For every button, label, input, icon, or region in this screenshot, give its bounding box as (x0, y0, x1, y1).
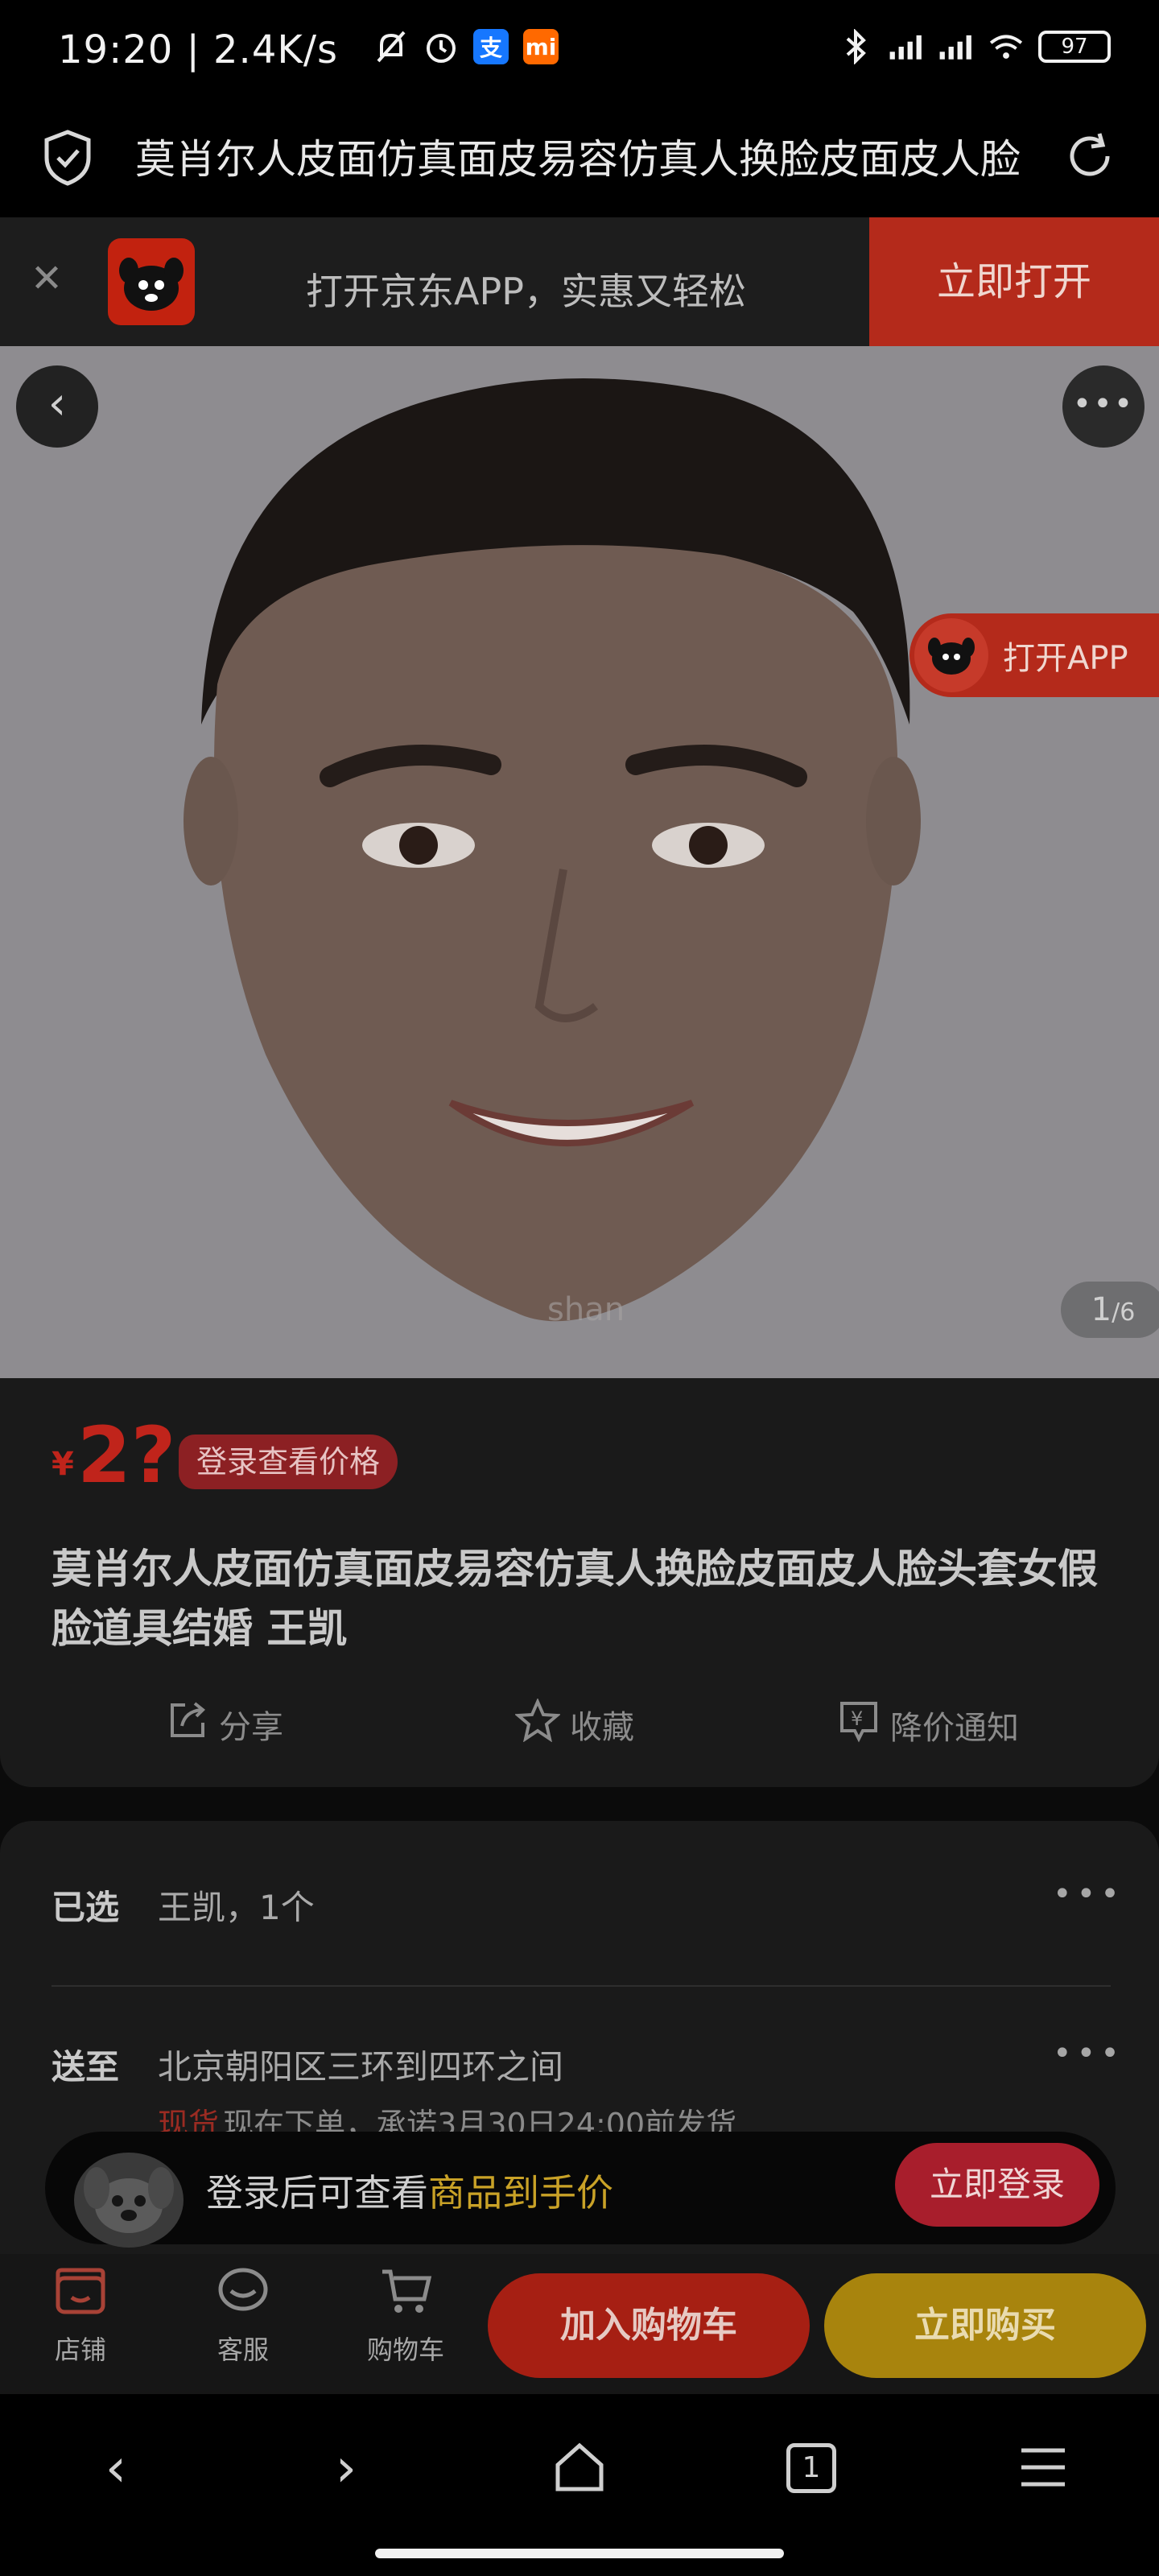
tab-cart-label: 购物车 (366, 2334, 444, 2365)
wifi-icon (988, 27, 1024, 66)
home-indicator[interactable] (375, 2549, 784, 2558)
price-drop-button[interactable]: ¥ 降价通知 (837, 1699, 1019, 1752)
product-image[interactable]: shan (0, 346, 1159, 1378)
login-prompt-text: 登录后可查看商品到手价 (206, 2164, 613, 2217)
back-icon[interactable]: ‹ (16, 365, 98, 448)
jd-mascot-icon (74, 2153, 184, 2248)
price-value: 2? (77, 1410, 176, 1501)
add-to-cart-button[interactable]: 加入购物车 (488, 2273, 810, 2378)
svg-text:shan: shan (547, 1291, 625, 1328)
share-label: 分享 (219, 1709, 283, 1746)
nav-tabs-count: 1 (786, 2443, 836, 2493)
login-prompt-main: 登录后可查看 (206, 2171, 428, 2215)
alarm-icon (423, 27, 459, 66)
favorite-button[interactable]: 收藏 (514, 1698, 634, 1750)
price-symbol: ¥ (52, 1446, 74, 1483)
selected-label: 已选 (52, 1888, 120, 1927)
favorite-label: 收藏 (570, 1709, 634, 1746)
selected-more-icon[interactable]: ••• (1053, 1876, 1124, 1913)
open-app-pill[interactable]: 打开APP (909, 613, 1159, 697)
open-app-label: 打开APP (1003, 640, 1128, 677)
refresh-icon[interactable] (1061, 127, 1119, 185)
divider (52, 1985, 1111, 1987)
nav-forward-icon[interactable]: › (298, 2428, 394, 2508)
product-actions: 分享 收藏 ¥ 降价通知 (0, 1698, 1159, 1763)
tab-cart[interactable]: 购物车 (349, 2267, 462, 2367)
open-app-button[interactable]: 立即打开 (869, 217, 1159, 346)
login-price-badge[interactable]: 登录查看价格 (179, 1435, 398, 1489)
bluetooth-icon (839, 27, 874, 66)
tab-store-label: 店铺 (54, 2334, 106, 2365)
product-title: 莫肖尔人皮面仿真面皮易容仿真人换脸皮面皮人脸头套女假脸道具结婚 王凯 (52, 1546, 1098, 1652)
jd-dog-icon (914, 618, 988, 692)
nav-menu-icon[interactable] (995, 2428, 1091, 2508)
signal-icon (889, 27, 924, 66)
image-counter-current: 1 (1091, 1291, 1112, 1328)
buy-now-button[interactable]: 立即购买 (824, 2273, 1146, 2378)
nav-tabs-button[interactable]: 1 (763, 2428, 860, 2508)
battery-indicator: 97 (1038, 31, 1111, 63)
status-icons: 支 mi 97 (373, 27, 1111, 66)
share-button[interactable]: 分享 (166, 1699, 283, 1750)
tab-customer-service[interactable]: 客服 (187, 2267, 299, 2367)
share-icon (166, 1699, 209, 1750)
more-icon[interactable]: ••• (1062, 365, 1145, 448)
close-icon[interactable]: ✕ (24, 256, 69, 301)
mi-icon: mi (523, 29, 559, 64)
image-counter-total: /6 (1112, 1298, 1136, 1327)
page-title[interactable]: 莫肖尔人皮面仿真面皮易容仿真人换脸皮面皮人脸头套女假脸道具结婚 王凯 (135, 127, 1021, 185)
status-time: 19:20 | 2.4K/s (58, 27, 339, 72)
jd-logo (108, 238, 195, 325)
tab-customer-service-label: 客服 (217, 2334, 269, 2365)
star-icon (514, 1698, 562, 1750)
banner-text: 打开京东APP，实惠又轻松 (306, 270, 746, 313)
customer-service-icon (187, 2267, 299, 2315)
login-button[interactable]: 立即登录 (895, 2143, 1099, 2227)
svg-text:¥: ¥ (851, 1707, 863, 1730)
ship-to-label: 送至 (52, 2047, 120, 2087)
alipay-icon: 支 (473, 29, 509, 64)
ship-to-address[interactable]: 北京朝阳区三环到四环之间 (158, 2040, 563, 2089)
nav-back-icon[interactable]: ‹ (68, 2428, 164, 2508)
price-drop-label: 降价通知 (890, 1710, 1019, 1747)
mute-bell-icon (373, 27, 409, 66)
cart-icon (349, 2267, 462, 2315)
image-counter: 1/6 (1061, 1282, 1159, 1338)
security-shield-icon[interactable] (42, 129, 93, 187)
nav-home-icon[interactable] (531, 2428, 628, 2508)
store-icon (24, 2267, 137, 2315)
login-prompt-highlight: 商品到手价 (428, 2171, 613, 2215)
signal-icon-2 (938, 27, 974, 66)
price-drop-icon: ¥ (837, 1699, 881, 1752)
selected-value[interactable]: 王凯，1个 (158, 1880, 315, 1930)
tab-store[interactable]: 店铺 (24, 2267, 137, 2367)
address-more-icon[interactable]: ••• (1053, 2035, 1124, 2072)
